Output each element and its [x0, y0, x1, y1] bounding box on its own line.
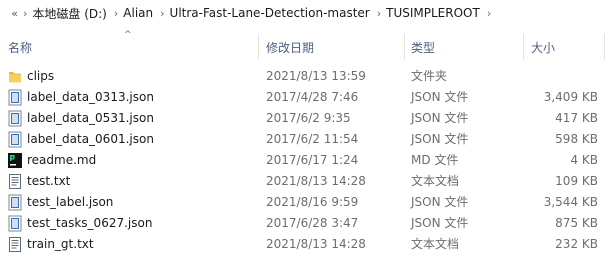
- json-file-icon: [8, 131, 22, 148]
- file-size: 3,544 KB: [543, 195, 598, 209]
- breadcrumb-separator-icon[interactable]: ›: [160, 7, 164, 20]
- file-size: 109 KB: [555, 174, 598, 188]
- file-type: 文本文档: [411, 237, 460, 251]
- file-row-test-txt[interactable]: test.txt 2021/8/13 14:28 文本文档 109 KB: [0, 171, 616, 192]
- text-file-icon: [9, 174, 21, 189]
- file-size: 232 KB: [555, 237, 598, 251]
- file-row-label-data-0601[interactable]: label_data_0601.json 2017/6/2 11:54 JSON…: [0, 129, 616, 150]
- folder-icon: [9, 72, 21, 83]
- file-size: 3,409 KB: [543, 90, 598, 104]
- file-row-label-data-0531[interactable]: label_data_0531.json 2017/6/2 9:35 JSON …: [0, 108, 616, 129]
- file-date: 2021/8/13 14:28: [266, 237, 366, 251]
- file-size: 875 KB: [555, 216, 598, 230]
- column-divider[interactable]: [604, 34, 605, 60]
- column-divider[interactable]: [258, 34, 259, 60]
- file-name: clips: [27, 69, 55, 83]
- file-row-test-tasks-0627[interactable]: test_tasks_0627.json 2017/6/28 3:47 JSON…: [0, 213, 616, 234]
- breadcrumb-item-project[interactable]: Ultra-Fast-Lane-Detection-master: [168, 6, 372, 20]
- file-size: 417 KB: [555, 111, 598, 125]
- file-size: 598 KB: [555, 132, 598, 146]
- file-name: test_tasks_0627.json: [27, 216, 153, 230]
- json-file-icon: [8, 215, 22, 232]
- file-type: JSON 文件: [411, 195, 469, 209]
- json-file-icon: [8, 110, 22, 127]
- file-size: 4 KB: [570, 153, 598, 167]
- file-name: label_data_0531.json: [27, 111, 154, 125]
- file-type: JSON 文件: [411, 111, 469, 125]
- file-type: 文件夹: [411, 69, 448, 83]
- breadcrumb-separator-icon[interactable]: ›: [114, 7, 118, 20]
- column-header-date[interactable]: 修改日期: [266, 30, 314, 62]
- column-divider[interactable]: [404, 34, 405, 60]
- file-type: JSON 文件: [411, 216, 469, 230]
- file-date: 2017/6/2 9:35: [266, 111, 351, 125]
- file-type: 文本文档: [411, 174, 460, 188]
- file-row-label-data-0313[interactable]: label_data_0313.json 2017/4/28 7:46 JSON…: [0, 87, 616, 108]
- file-type: JSON 文件: [411, 132, 469, 146]
- file-row-readme[interactable]: readme.md 2017/6/17 1:24 MD 文件 4 KB: [0, 150, 616, 171]
- file-name: readme.md: [27, 153, 97, 167]
- file-name: test_label.json: [27, 195, 114, 209]
- file-date: 2017/6/2 11:54: [266, 132, 359, 146]
- json-file-icon: [8, 194, 22, 211]
- column-header-size[interactable]: 大小: [531, 30, 555, 62]
- file-name: test.txt: [27, 174, 71, 188]
- column-header-name[interactable]: 名称: [8, 30, 32, 62]
- pycharm-file-icon: [8, 153, 22, 168]
- file-date: 2017/6/17 1:24: [266, 153, 359, 167]
- breadcrumb-item-current[interactable]: TUSIMPLEROOT: [384, 6, 482, 20]
- file-row-clips[interactable]: clips 2021/8/13 13:59 文件夹: [0, 66, 616, 87]
- text-file-icon: [9, 237, 21, 252]
- breadcrumb-item-alian[interactable]: Alian: [121, 6, 155, 20]
- breadcrumb-separator-icon[interactable]: ›: [377, 7, 381, 20]
- file-name: label_data_0313.json: [27, 90, 154, 104]
- file-type: JSON 文件: [411, 90, 469, 104]
- file-name: train_gt.txt: [27, 237, 94, 251]
- file-name: label_data_0601.json: [27, 132, 154, 146]
- breadcrumb-item-drive[interactable]: 本地磁盘 (D:): [30, 5, 108, 22]
- column-divider[interactable]: [523, 34, 524, 60]
- file-date: 2021/8/16 9:59: [266, 195, 359, 209]
- json-file-icon: [8, 89, 22, 106]
- breadcrumb-overflow-icon[interactable]: «: [0, 7, 18, 20]
- column-header-type[interactable]: 类型: [411, 30, 435, 62]
- file-row-train-gt[interactable]: train_gt.txt 2021/8/13 14:28 文本文档 232 KB: [0, 234, 616, 255]
- file-date: 2021/8/13 14:28: [266, 174, 366, 188]
- file-date: 2017/6/28 3:47: [266, 216, 359, 230]
- file-date: 2021/8/13 13:59: [266, 69, 366, 83]
- breadcrumb-separator-icon[interactable]: ›: [487, 7, 491, 20]
- file-date: 2017/4/28 7:46: [266, 90, 359, 104]
- file-row-test-label[interactable]: test_label.json 2021/8/16 9:59 JSON 文件 3…: [0, 192, 616, 213]
- column-header-row: 名称 修改日期 类型 大小: [0, 30, 616, 62]
- file-type: MD 文件: [411, 153, 459, 167]
- breadcrumb-separator-icon[interactable]: ›: [23, 7, 27, 20]
- breadcrumb: « › 本地磁盘 (D:) › Alian › Ultra-Fast-Lane-…: [0, 0, 616, 26]
